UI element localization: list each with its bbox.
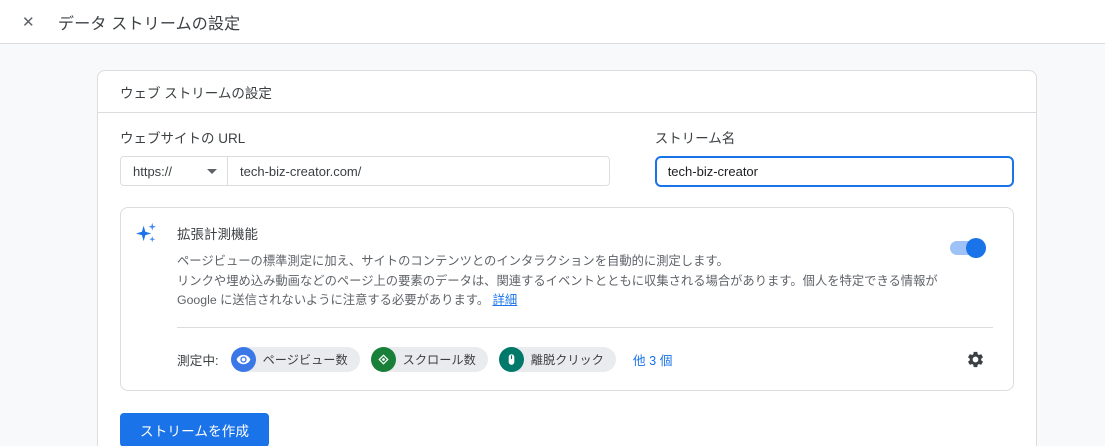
stream-name-label: ストリーム名 <box>654 131 736 146</box>
description-line1: ページビューの標準測定に加え、サイトのコンテンツとのインタラクションを自動的に測… <box>177 254 729 268</box>
chip-label: 離脱クリック <box>530 353 604 368</box>
modal-header: ✕ データ ストリームの設定 <box>0 0 1105 44</box>
details-link[interactable]: 詳細 <box>493 293 518 307</box>
create-stream-button[interactable]: ストリームを作成 <box>120 413 270 446</box>
measuring-label: 測定中: <box>177 353 219 368</box>
close-icon[interactable]: ✕ <box>22 13 44 31</box>
enhanced-measurement-section: 拡張計測機能 ページビューの標準測定に加え、サイトのコンテンツとのインタラクショ… <box>120 207 1014 392</box>
website-url-label: ウェブサイトの URL <box>120 131 246 146</box>
web-stream-settings-card: ウェブ ストリームの設定 ウェブサイトの URL https:// ストリーム名 <box>97 70 1037 446</box>
more-events-link[interactable]: 他 3 個 <box>633 350 672 369</box>
stream-name-input[interactable] <box>654 156 1014 187</box>
measuring-row: 測定中: ページビュー数 スクロール数 離脱クリック 他 3 個 <box>121 328 1013 390</box>
form-row: ウェブサイトの URL https:// ストリーム名 <box>120 127 1014 187</box>
enhanced-measurement-toggle[interactable] <box>950 238 986 258</box>
website-url-field-group: ウェブサイトの URL https:// <box>120 127 610 187</box>
chip-pageviews: ページビュー数 <box>230 346 360 372</box>
chip-scrolls: スクロール数 <box>370 346 488 372</box>
chip-label: スクロール数 <box>402 353 476 368</box>
protocol-value: https:// <box>133 163 173 179</box>
gear-icon[interactable] <box>966 350 985 369</box>
page-title: データ ストリームの設定 <box>58 15 241 33</box>
eye-icon <box>230 346 256 372</box>
protocol-select[interactable]: https:// <box>121 157 228 185</box>
chip-outbound-clicks: 離脱クリック <box>498 346 616 372</box>
toggle-thumb <box>966 238 986 258</box>
card-body: ウェブサイトの URL https:// ストリーム名 <box>98 113 1036 446</box>
sparkle-icon <box>135 220 177 311</box>
card-title: ウェブ ストリームの設定 <box>98 71 1036 113</box>
enhanced-measurement-description: ページビューの標準測定に加え、サイトのコンテンツとのインタラクションを自動的に測… <box>177 252 967 311</box>
website-url-group: https:// <box>120 156 610 186</box>
chip-label: ページビュー数 <box>262 353 348 368</box>
enhanced-measurement-title: 拡張計測機能 <box>177 227 258 242</box>
description-line2: リンクや埋め込み動画などのページ上の要素のデータは、関連するイベントとともに収集… <box>177 273 938 308</box>
scroll-icon <box>370 346 396 372</box>
stream-name-field-group: ストリーム名 <box>654 127 1014 187</box>
outbound-click-icon <box>498 346 524 372</box>
chevron-down-icon <box>207 168 217 174</box>
website-url-input[interactable] <box>228 157 609 185</box>
